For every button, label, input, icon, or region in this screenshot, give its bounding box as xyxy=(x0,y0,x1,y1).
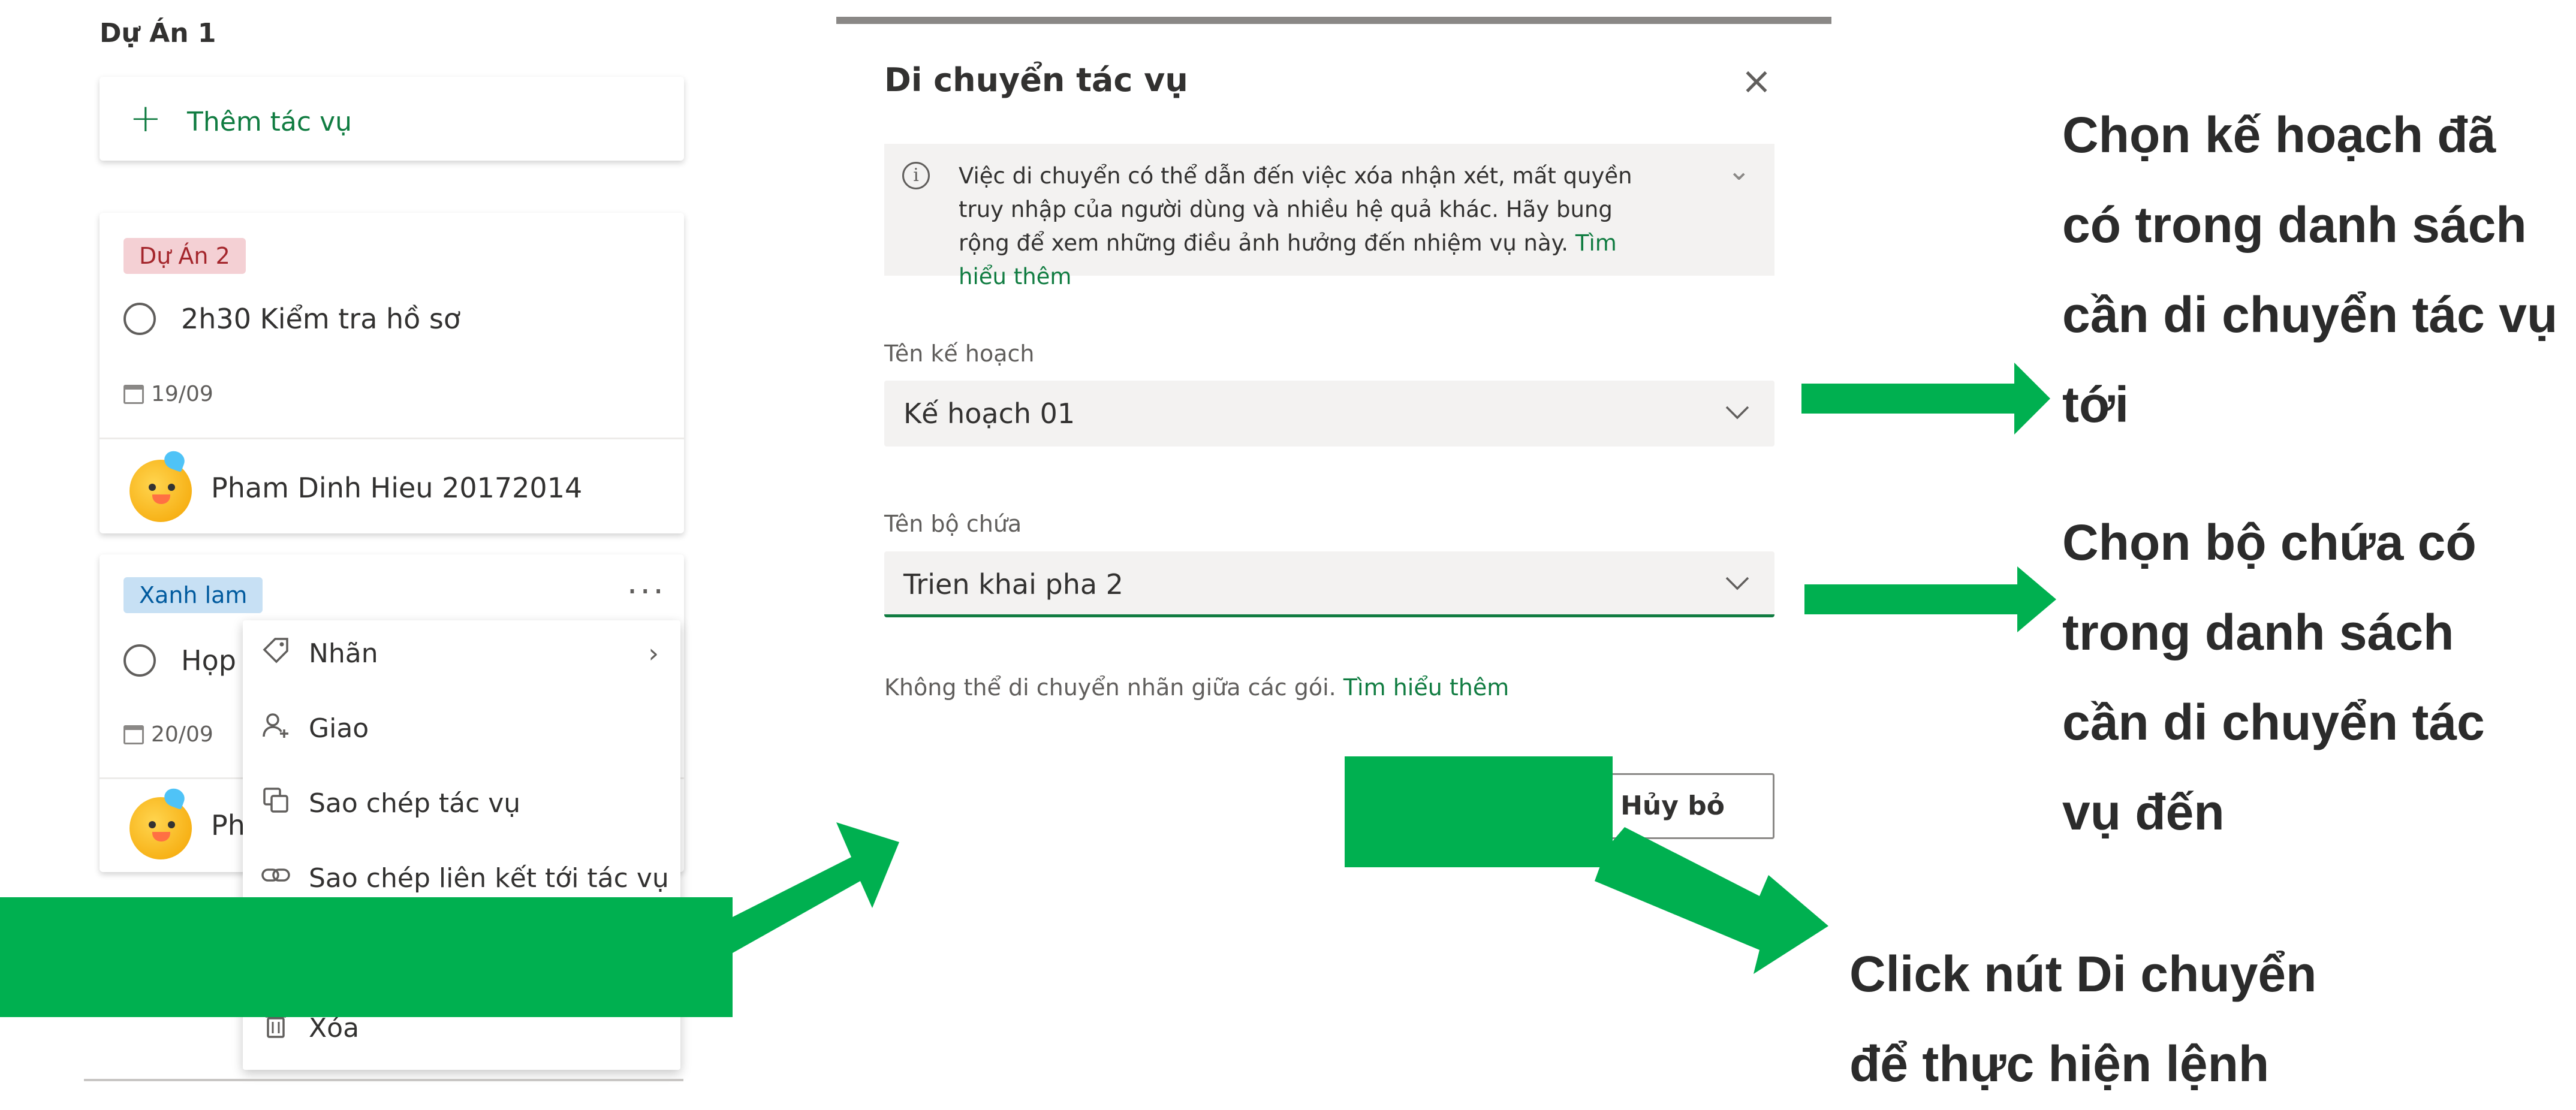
arrow-to-plan xyxy=(1801,363,2050,435)
annotation-plan: Chọn kế hoạch đã có trong danh sách cần … xyxy=(2062,107,2558,433)
annotation-click: Click nút Di chuyển để thực hiện lệnh xyxy=(1849,946,2317,1092)
arrow-to-click-note xyxy=(1595,827,1828,974)
annotation-bucket: Chọn bộ chứa có trong danh sách cần di c… xyxy=(2062,514,2485,840)
arrow-to-dialog xyxy=(733,822,899,953)
arrow-to-bucket xyxy=(1804,566,2056,632)
